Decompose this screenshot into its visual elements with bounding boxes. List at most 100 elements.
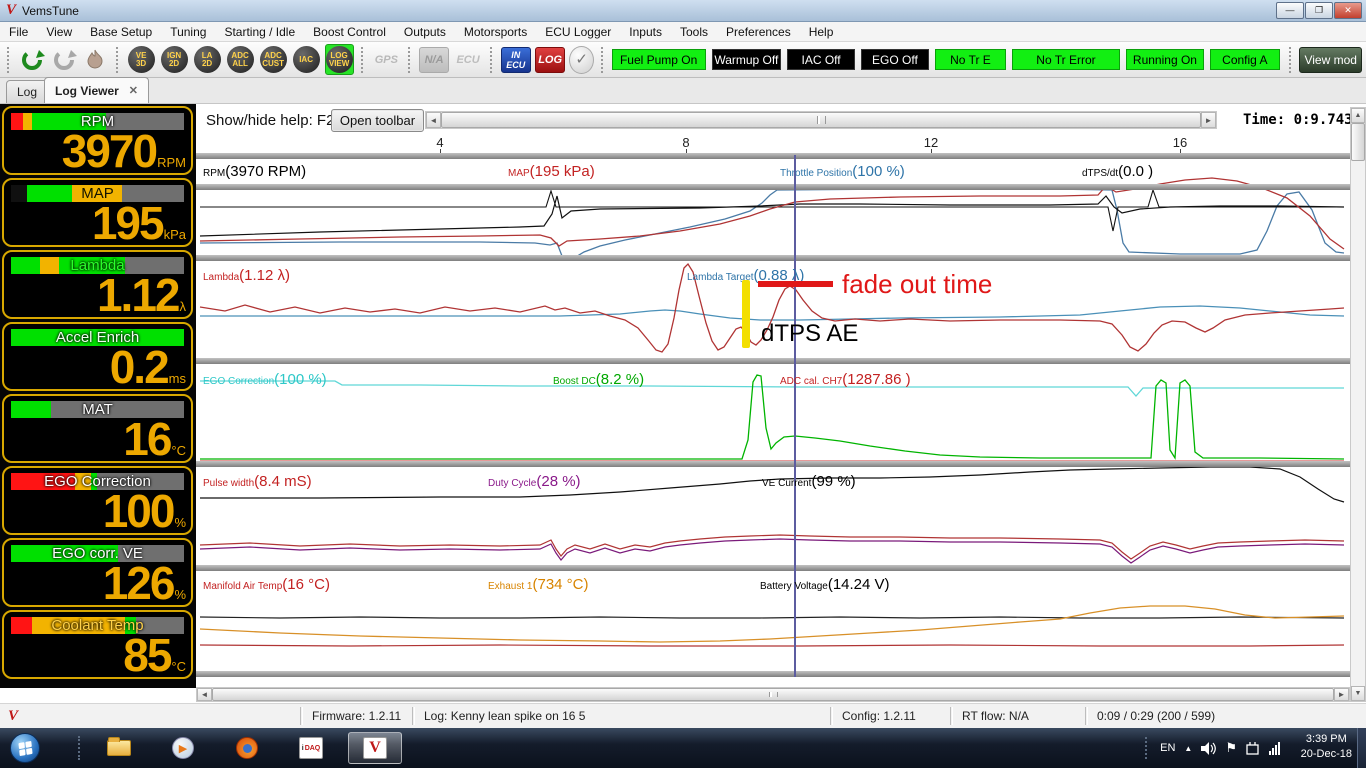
network-signal-icon[interactable] xyxy=(1269,742,1280,755)
close-button[interactable] xyxy=(1334,2,1362,19)
annotation-fade-out-time: fade out time xyxy=(842,269,992,300)
folder-icon xyxy=(107,740,131,756)
minimize-button[interactable] xyxy=(1276,2,1304,19)
log-source-button[interactable]: LOG xyxy=(535,47,566,73)
open-toolbar-button[interactable]: Open toolbar xyxy=(331,109,424,132)
tab-close-icon[interactable]: ✕ xyxy=(129,84,138,97)
status-chip-iac: IAC Off xyxy=(787,49,855,70)
panel-divider[interactable] xyxy=(196,671,1350,677)
scrollbar-thumb[interactable] xyxy=(1351,123,1365,161)
taskbar-clock[interactable]: 3:39 PM 20-Dec-18 xyxy=(1301,732,1352,762)
menu-motorsports[interactable]: Motorsports xyxy=(455,23,536,41)
taskbar-media-player-button[interactable]: ▶ xyxy=(156,732,210,764)
tab-log[interactable]: Log xyxy=(6,80,48,103)
vertical-scrollbar[interactable]: ▲ ▼ xyxy=(1350,107,1366,702)
scroll-up-icon[interactable]: ▲ xyxy=(1351,108,1365,123)
scrollbar-thumb[interactable] xyxy=(441,112,1201,128)
adc-cust-button[interactable]: ADCCUST xyxy=(259,44,288,75)
tab-log-viewer[interactable]: Log Viewer✕ xyxy=(44,77,149,103)
scroll-left-icon[interactable]: ◄ xyxy=(197,688,212,701)
show-hidden-icons[interactable]: ▲ xyxy=(1184,744,1192,753)
scroll-right-icon[interactable]: ► xyxy=(1334,688,1349,701)
gauge-panel: RPM 3970RPM MAP 195kPa Lambda 1.12λ Acce… xyxy=(0,104,196,688)
log-file-status: Log: Kenny lean spike on 16 5 xyxy=(424,709,585,723)
validate-button[interactable]: ✓ xyxy=(569,46,594,74)
status-bar: V Firmware: 1.2.11 Log: Kenny lean spike… xyxy=(0,703,1366,728)
read-ecu-button[interactable] xyxy=(18,44,46,75)
write-ecu-button[interactable] xyxy=(50,44,78,75)
iac-button[interactable]: IAC xyxy=(292,44,321,75)
panel-divider[interactable] xyxy=(196,255,1350,261)
bottom-scrollbar[interactable]: ◄ ► xyxy=(196,687,1350,702)
gauge-title: RPM xyxy=(4,113,191,130)
idaq-icon: iDAQ xyxy=(299,737,323,759)
ecu-button[interactable]: ECU xyxy=(453,47,483,73)
taskbar-vemstune-button[interactable]: V xyxy=(348,732,402,764)
show-desktop-button[interactable] xyxy=(1357,728,1366,768)
gauge-unit: °C xyxy=(171,659,186,674)
gauge-mat: MAT 16°C xyxy=(2,394,193,463)
burn-button[interactable] xyxy=(82,44,109,75)
ign-2d-button[interactable]: IGN2D xyxy=(160,44,189,75)
panel-divider[interactable] xyxy=(196,358,1350,364)
status-chip-warmup: Warmup Off xyxy=(712,49,782,70)
taskbar: ▶ iDAQ V EN ▲ ⚑ 3:39 PM 20-Dec-18 xyxy=(0,728,1366,768)
la-2d-button[interactable]: LA2D xyxy=(193,44,222,75)
series-label-ve-current: VE Current(99 %) xyxy=(762,473,856,491)
title-bar: V VemsTune xyxy=(0,0,1366,22)
panel-divider[interactable] xyxy=(196,461,1350,467)
status-chip-config-a: Config A xyxy=(1210,49,1280,70)
view-mode-button[interactable]: View mod xyxy=(1299,47,1362,73)
menu-tools[interactable]: Tools xyxy=(671,23,717,41)
scroll-down-icon[interactable]: ▼ xyxy=(1351,686,1365,701)
toolbar-grip xyxy=(1289,47,1293,73)
panel-divider[interactable] xyxy=(196,184,1350,190)
statusbar-separator xyxy=(1085,707,1087,725)
series-label-boost-dc: Boost DC(8.2 %) xyxy=(553,371,644,389)
ve-3d-button[interactable]: VE3D xyxy=(127,44,156,75)
gauge-value: 85 xyxy=(123,633,170,677)
log-view-button[interactable]: LOGVIEW xyxy=(325,44,354,75)
clock-time: 3:39 PM xyxy=(1301,732,1352,747)
write-ecu-icon xyxy=(51,47,77,73)
scroll-left-icon[interactable]: ◄ xyxy=(426,112,441,128)
menu-inputs[interactable]: Inputs xyxy=(620,23,671,41)
panel-divider[interactable] xyxy=(196,565,1350,571)
gps-button[interactable]: GPS xyxy=(371,47,401,73)
menu-starting-idle[interactable]: Starting / Idle xyxy=(215,23,304,41)
status-chip-fuel-pump: Fuel Pump On xyxy=(612,49,706,70)
top-scrollbar[interactable]: ◄ ► xyxy=(425,111,1217,129)
volume-icon[interactable] xyxy=(1201,742,1216,755)
action-flag-icon[interactable]: ⚑ xyxy=(1225,740,1237,756)
maximize-button[interactable] xyxy=(1305,2,1333,19)
menu-view[interactable]: View xyxy=(37,23,81,41)
power-plug-icon[interactable] xyxy=(1246,742,1260,755)
scrollbar-thumb[interactable] xyxy=(212,688,1334,701)
menu-ecu-logger[interactable]: ECU Logger xyxy=(536,23,620,41)
menu-boost-control[interactable]: Boost Control xyxy=(304,23,395,41)
language-indicator[interactable]: EN xyxy=(1160,742,1175,754)
gauge-value: 16 xyxy=(123,417,170,461)
menu-preferences[interactable]: Preferences xyxy=(717,23,800,41)
menu-outputs[interactable]: Outputs xyxy=(395,23,455,41)
start-button[interactable] xyxy=(10,733,40,763)
taskbar-firefox-button[interactable] xyxy=(220,732,274,764)
scrollbar-track[interactable] xyxy=(1351,161,1365,686)
gauge-title: EGO Correction xyxy=(4,473,191,490)
menu-base-setup[interactable]: Base Setup xyxy=(81,23,161,41)
toolbar-grip xyxy=(361,47,365,73)
ruler-tick-label: 4 xyxy=(428,135,452,150)
taskbar-idaq-button[interactable]: iDAQ xyxy=(284,732,338,764)
gauge-ego-correction: EGO Correction 100% xyxy=(2,466,193,535)
menu-tuning[interactable]: Tuning xyxy=(161,23,215,41)
gauge-map: MAP 195kPa xyxy=(2,178,193,247)
adc-all-button[interactable]: ADCALL xyxy=(226,44,255,75)
taskbar-explorer-button[interactable] xyxy=(92,732,146,764)
menu-help[interactable]: Help xyxy=(800,23,843,41)
in-ecu-button[interactable]: INECU xyxy=(501,47,531,73)
series-label-pulse-width: Pulse width(8.4 mS) xyxy=(203,473,312,491)
menu-file[interactable]: File xyxy=(0,23,37,41)
panel-divider[interactable] xyxy=(196,153,1350,159)
na-button[interactable]: N/A xyxy=(419,47,449,73)
scroll-right-icon[interactable]: ► xyxy=(1201,112,1216,128)
